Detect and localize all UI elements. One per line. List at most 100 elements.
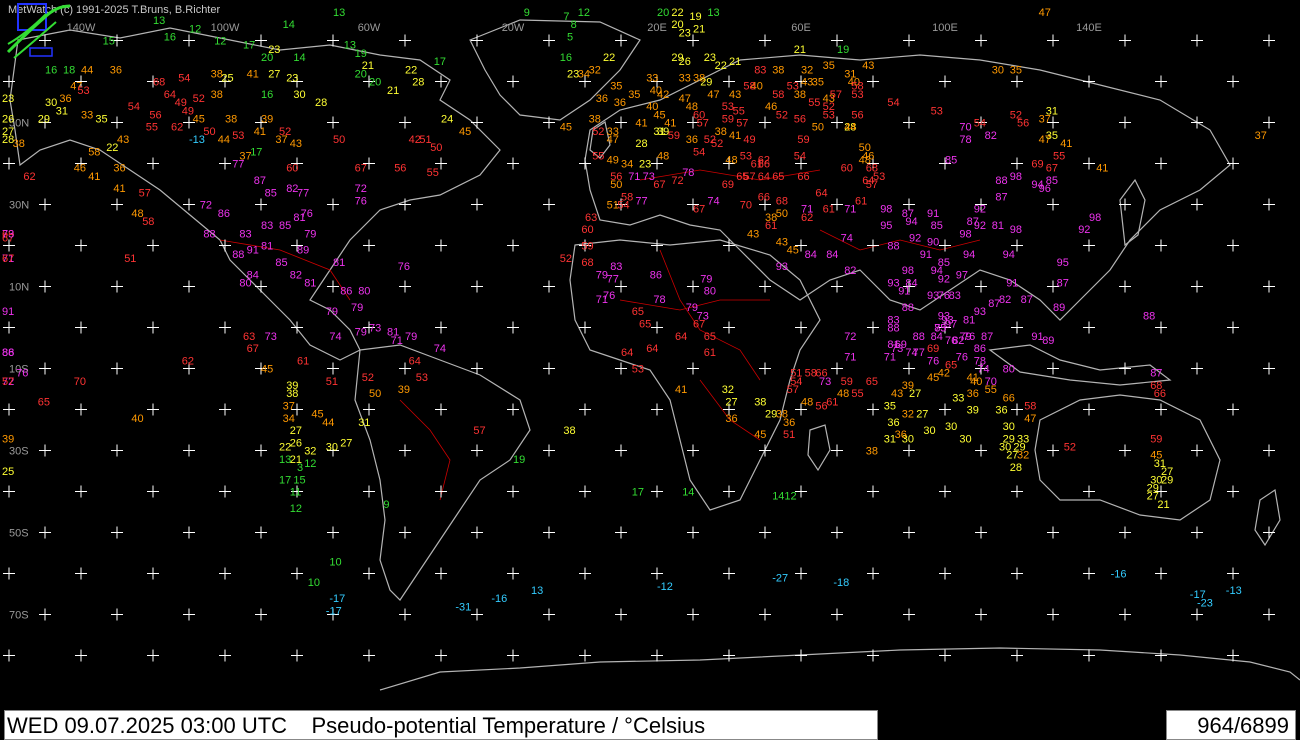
station-value: 71 [844, 351, 856, 363]
station-value: 79 [326, 306, 338, 318]
station-value: 64 [646, 343, 658, 355]
grid-marker [651, 239, 663, 252]
station-value: 11 [290, 487, 301, 499]
grid-marker [1227, 157, 1239, 170]
station-value: 47 [679, 93, 691, 105]
station-value: 98 [1010, 171, 1022, 183]
grid-marker [1083, 485, 1095, 498]
station-value: 61 [826, 396, 838, 408]
grid-marker [831, 362, 843, 375]
grid-marker [939, 649, 951, 662]
station-value: 40 [131, 413, 143, 425]
station-value: 10 [308, 577, 320, 589]
weather-map: 140W 100W 60W 20W 20E 60E 100E 140E 50N 30N 10N 10… [0, 0, 1300, 740]
grid-marker [219, 321, 231, 334]
grid-marker [1155, 321, 1167, 334]
grid-marker [975, 280, 987, 293]
station-value: 80 [239, 278, 251, 290]
station-value: 61 [704, 347, 716, 359]
station-value: 32 [801, 64, 813, 76]
station-value: 17 [632, 487, 644, 499]
grid-marker [867, 403, 879, 416]
station-value: 10 [329, 556, 341, 568]
station-value: 41 [1060, 138, 1072, 150]
station-value: 35 [610, 81, 622, 93]
grid-marker [1155, 239, 1167, 252]
station-value: 47 [1024, 413, 1036, 425]
station-value: 59 [581, 241, 593, 253]
station-value: 39 [261, 114, 273, 126]
station-value: 55 [1053, 150, 1065, 162]
station-value: 74 [707, 196, 719, 208]
grid-marker [435, 321, 447, 334]
station-value: 74 [905, 347, 917, 359]
station-value: 52 [193, 93, 205, 105]
station-value: 37 [1255, 130, 1267, 142]
station-value: 21 [693, 23, 705, 35]
grid-marker [75, 649, 87, 662]
station-value: 86 [650, 269, 662, 281]
grid-marker [615, 608, 627, 621]
station-value: 50 [430, 142, 442, 154]
station-value: 56 [149, 109, 161, 121]
grid-marker [1227, 321, 1239, 334]
station-value: 87 [1021, 294, 1033, 306]
station-value: 63 [243, 331, 255, 343]
station-value: 53 [722, 101, 734, 113]
grid-marker [363, 403, 375, 416]
grid-marker [831, 608, 843, 621]
station-value: 82 [844, 265, 856, 277]
grid-marker [1011, 403, 1023, 416]
station-value: 49 [743, 134, 755, 146]
station-value: 30 [945, 421, 957, 433]
station-value: 54 [693, 146, 705, 158]
station-value: 55 [808, 97, 820, 109]
station-value: 98 [1089, 212, 1101, 224]
grid-marker [903, 608, 915, 621]
grid-marker [3, 485, 15, 498]
station-value: 79 [351, 302, 363, 314]
grid-marker [939, 75, 951, 88]
station-value: 41 [254, 126, 266, 138]
station-value: 35 [628, 89, 640, 101]
map-canvas: 140W 100W 60W 20W 20E 60E 100E 140E 50N30N10N10… [2, 7, 1300, 691]
station-value: 89 [1053, 302, 1065, 314]
grid-marker [1119, 280, 1131, 293]
station-value: 95 [880, 220, 892, 232]
station-value: 43 [729, 89, 741, 101]
station-value: 41 [1096, 163, 1108, 175]
station-value: 22 [106, 142, 118, 154]
grid-marker [723, 75, 735, 88]
station-value: 17 [434, 56, 446, 68]
station-value: 33 [679, 73, 691, 85]
station-value: 56 [794, 114, 806, 126]
longitude-label: 20W [502, 22, 525, 34]
station-value: 62 [23, 171, 35, 183]
station-value: 73 [2, 228, 14, 240]
station-value: 21 [1157, 499, 1169, 511]
grid-marker [1191, 280, 1203, 293]
station-value: 52 [560, 253, 572, 265]
grid-marker [471, 526, 483, 539]
grid-marker [327, 280, 339, 293]
station-value: 56 [394, 163, 406, 175]
grid-marker [147, 321, 159, 334]
station-value: 23 [639, 159, 651, 171]
station-value: 12 [578, 7, 590, 19]
grid-marker [975, 526, 987, 539]
station-value: 88 [913, 331, 925, 343]
station-value: 66 [1003, 392, 1015, 404]
station-value: 43 [290, 138, 302, 150]
station-value: 12 [214, 36, 226, 48]
station-value: 55 [427, 167, 439, 179]
station-value: 65 [772, 171, 784, 183]
station-value: 84 [805, 249, 817, 261]
grid-marker [1191, 34, 1203, 47]
station-value: 93 [938, 310, 950, 322]
grid-marker [759, 280, 771, 293]
grid-marker [75, 567, 87, 580]
grid-marker [1083, 239, 1095, 252]
station-value: 35 [95, 114, 107, 126]
station-value: 39 [398, 384, 410, 396]
grid-marker [3, 157, 15, 170]
